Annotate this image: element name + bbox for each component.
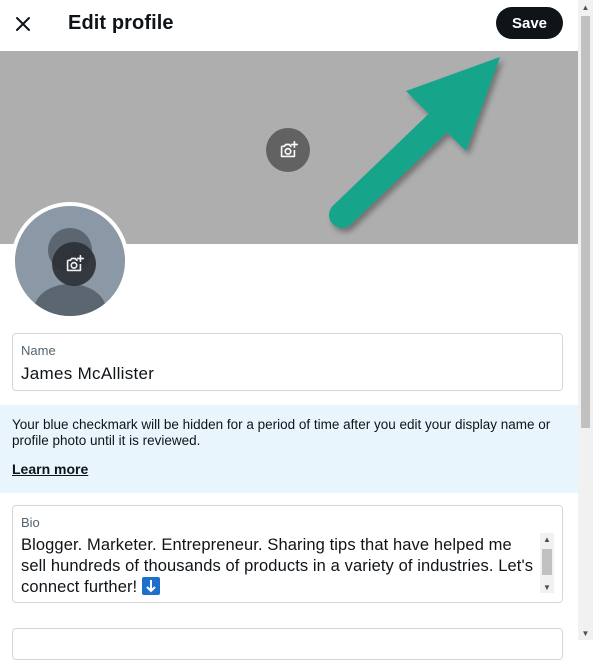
scroll-down-icon[interactable]: ▼: [578, 626, 593, 640]
page-scrollbar[interactable]: ▲ ▼: [578, 0, 593, 640]
close-button[interactable]: [8, 9, 38, 39]
verification-notice: Your blue checkmark will be hidden for a…: [0, 405, 578, 493]
bio-input[interactable]: Blogger. Marketer. Entrepreneur. Sharing…: [21, 535, 536, 598]
avatar-add-photo-button[interactable]: [52, 242, 96, 286]
close-icon: [16, 17, 30, 31]
name-input[interactable]: James McAllister: [21, 364, 154, 384]
bio-scroll-thumb[interactable]: [542, 549, 552, 575]
bio-field-label: Bio: [21, 515, 40, 530]
annotation-arrow: [329, 57, 500, 228]
page-scroll-thumb[interactable]: [581, 16, 590, 428]
scroll-up-icon[interactable]: ▲: [540, 533, 554, 545]
scroll-up-icon[interactable]: ▲: [578, 0, 593, 14]
bio-scrollbar[interactable]: ▲ ▼: [540, 533, 554, 593]
bio-field[interactable]: Bio Blogger. Marketer. Entrepreneur. Sha…: [12, 505, 563, 603]
name-field[interactable]: Name James McAllister: [12, 333, 563, 391]
save-button[interactable]: Save: [496, 7, 563, 39]
next-field[interactable]: [12, 628, 563, 660]
avatar[interactable]: [15, 206, 125, 316]
add-photo-icon: [66, 254, 84, 272]
avatar-frame: [11, 202, 129, 320]
down-arrow-emoji-icon: [141, 577, 160, 595]
bio-text: Blogger. Marketer. Entrepreneur. Sharing…: [21, 536, 534, 596]
name-field-label: Name: [21, 343, 56, 358]
modal-header: Edit profile Save: [0, 0, 578, 50]
notice-text: Your blue checkmark will be hidden for a…: [12, 417, 551, 448]
learn-more-link[interactable]: Learn more: [12, 461, 88, 477]
add-photo-icon: [280, 140, 298, 158]
scroll-down-icon[interactable]: ▼: [540, 581, 554, 593]
page-title: Edit profile: [68, 12, 174, 34]
